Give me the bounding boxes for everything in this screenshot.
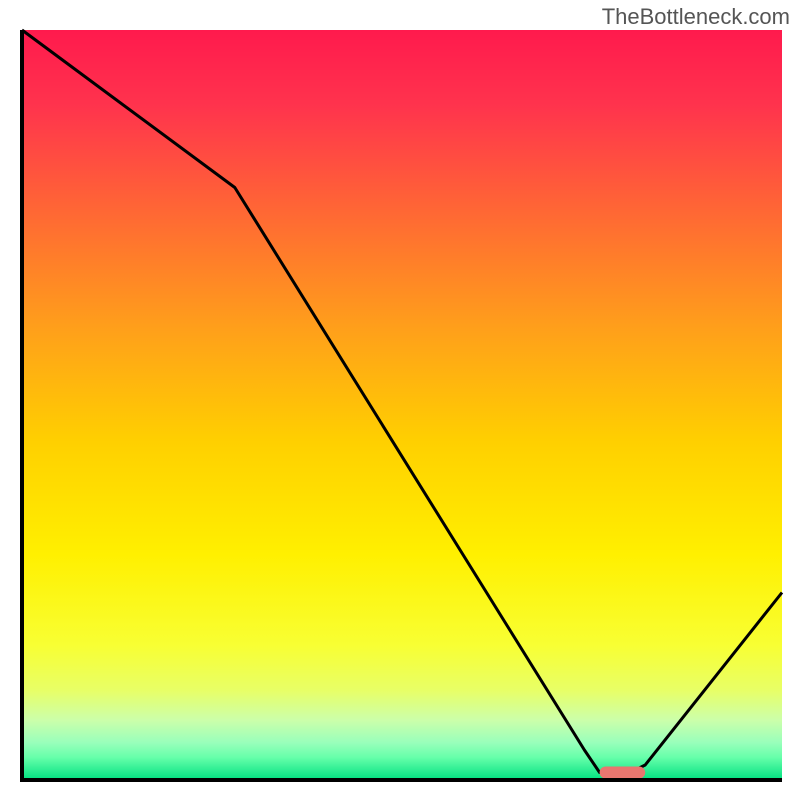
optimal-range-marker: [600, 767, 646, 779]
watermark-text: TheBottleneck.com: [602, 4, 790, 30]
chart-container: TheBottleneck.com: [0, 0, 800, 800]
bottleneck-chart: [0, 0, 800, 800]
plot-background: [22, 30, 782, 780]
